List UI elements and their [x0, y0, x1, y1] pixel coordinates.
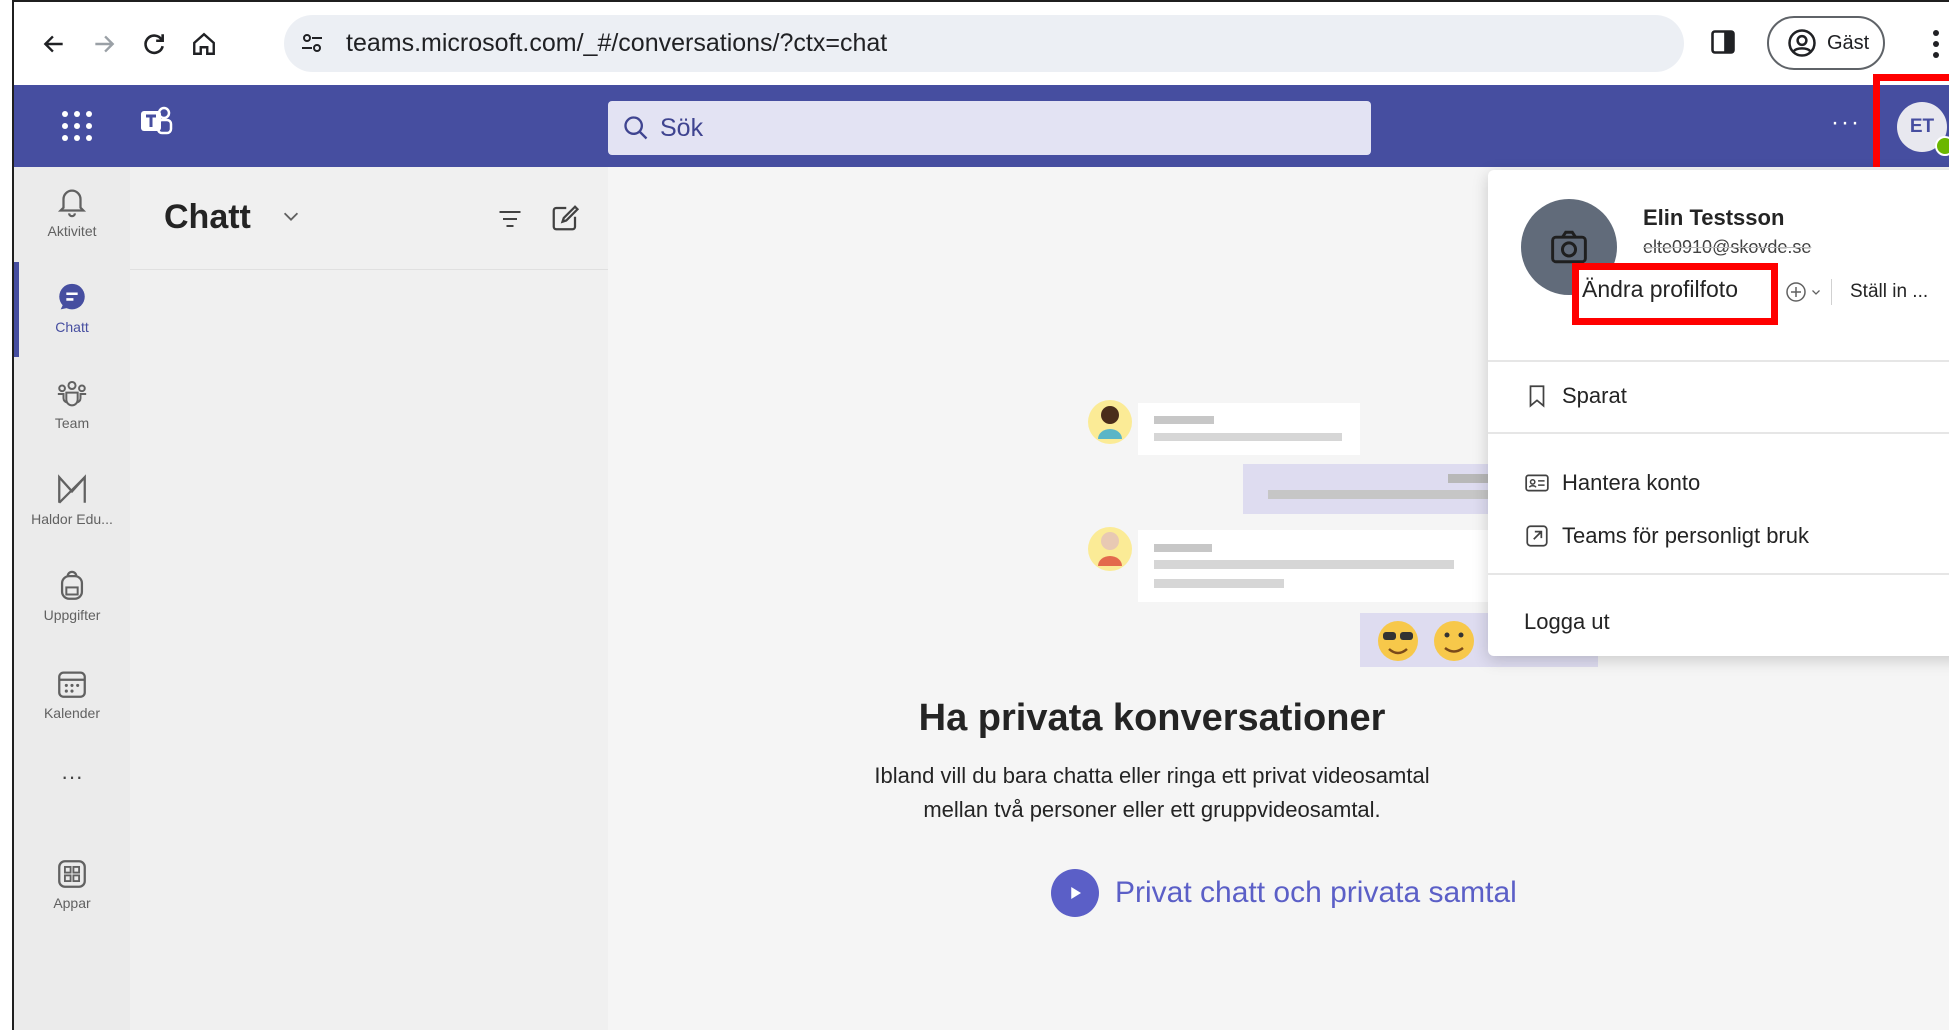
external-link-icon: [1526, 525, 1548, 547]
manage-account-menu-item[interactable]: Hantera konto: [1524, 465, 1700, 501]
chat-list-pane: Chatt: [130, 167, 609, 1030]
divider: [130, 269, 608, 270]
saved-label: Sparat: [1562, 383, 1627, 408]
user-email: elte0910@skovde.se: [1643, 237, 1812, 257]
rail-item-calendar[interactable]: Kalender: [14, 655, 130, 741]
rail-item-teams[interactable]: Team: [14, 365, 130, 451]
home-icon[interactable]: [186, 26, 222, 62]
filter-icon[interactable]: [496, 205, 524, 233]
manage-account-label: Hantera konto: [1562, 470, 1701, 495]
rail-item-activity[interactable]: Aktivitet: [14, 173, 130, 259]
play-icon: [1051, 869, 1099, 917]
search-input[interactable]: [658, 113, 1262, 144]
site-settings-icon[interactable]: [300, 31, 324, 55]
divider: [1488, 432, 1949, 434]
more-options-button[interactable]: ···: [1831, 109, 1861, 137]
empty-state-desc-line1: Ibland vill du bara chatta eller ringa e…: [874, 763, 1430, 788]
address-bar[interactable]: teams.microsoft.com/_#/conversations/?ct…: [284, 15, 1684, 72]
backpack-icon: [60, 570, 84, 600]
add-status-icon[interactable]: [1784, 280, 1808, 304]
camera-icon: [1551, 230, 1587, 264]
change-profile-photo-button[interactable]: Ändra profilfoto: [1582, 276, 1738, 303]
learn-more-label: Privat chatt och privata samtal: [1115, 876, 1517, 909]
sign-out-menu-item[interactable]: Logga ut: [1524, 604, 1610, 640]
guest-profile-button[interactable]: Gäst: [1767, 16, 1885, 70]
rail-label: Chatt: [55, 319, 89, 335]
divider: [1488, 573, 1949, 575]
chat-icon: [59, 283, 85, 310]
learn-more-link[interactable]: Privat chatt och privata samtal: [1051, 867, 1517, 919]
set-status-button[interactable]: Ställ in ...: [1850, 281, 1928, 303]
sign-out-label: Logga ut: [1524, 609, 1610, 634]
guest-label: Gäst: [1827, 31, 1870, 54]
saved-menu-item[interactable]: Sparat: [1524, 378, 1627, 414]
divider: [1488, 360, 1949, 362]
rail-label: Team: [54, 415, 90, 431]
search-box[interactable]: [608, 101, 1371, 155]
personal-teams-menu-item[interactable]: Teams för personligt bruk: [1524, 518, 1809, 554]
presence-available-icon: [1935, 136, 1949, 156]
rail-item-assignments[interactable]: Uppgifter: [14, 557, 130, 643]
app-launcher-icon[interactable]: [58, 107, 96, 145]
browser-window: teams.microsoft.com/_#/conversations/?ct…: [12, 0, 1949, 1030]
calendar-icon: [58, 671, 86, 698]
browser-toolbar: teams.microsoft.com/_#/conversations/?ct…: [14, 2, 1949, 85]
chat-title-dropdown[interactable]: Chatt: [164, 198, 251, 237]
rail-label: Haldor Edu...: [31, 511, 113, 527]
bell-icon: [57, 189, 87, 218]
rail-item-haldor[interactable]: Haldor Edu...: [14, 461, 130, 547]
rail-label: Uppgifter: [43, 607, 101, 623]
rail-item-chat[interactable]: Chatt: [14, 269, 130, 355]
user-name: Elin Testsson: [1643, 205, 1785, 230]
empty-state-desc-line2: mellan två personer eller ett gruppvideo…: [923, 797, 1381, 822]
haldor-icon: [58, 474, 86, 504]
url-text[interactable]: teams.microsoft.com/_#/conversations/?ct…: [346, 29, 887, 58]
forward-icon[interactable]: [86, 26, 122, 62]
rail-label: Aktivitet: [47, 223, 97, 239]
empty-state-title: Ha privata konversationer: [918, 697, 1386, 739]
teams-header: ···: [14, 85, 1949, 167]
rail-item-more[interactable]: ···: [14, 752, 130, 802]
account-circle-icon: [1788, 29, 1816, 57]
rail-item-apps[interactable]: Appar: [14, 845, 130, 931]
rail-label: Appar: [53, 895, 91, 911]
search-icon: [624, 116, 648, 140]
rail-label: Kalender: [43, 705, 101, 721]
contact-card-icon: [1525, 474, 1549, 492]
teams-logo-icon: [141, 106, 173, 135]
app-rail: Aktivitet Chatt Team Haldor Edu... Uppgi…: [14, 167, 130, 1030]
back-icon[interactable]: [36, 26, 72, 62]
personal-teams-label: Teams för personligt bruk: [1562, 523, 1809, 548]
bookmark-icon: [1529, 385, 1545, 408]
side-panel-icon[interactable]: [1709, 28, 1737, 56]
divider: [1831, 279, 1832, 305]
chevron-down-icon[interactable]: [280, 205, 302, 227]
new-chat-icon[interactable]: [550, 203, 580, 233]
chevron-down-icon[interactable]: [1810, 286, 1822, 298]
more-icon: ···: [61, 764, 83, 789]
browser-menu-icon[interactable]: [1926, 26, 1946, 62]
apps-icon: [58, 860, 86, 888]
reload-icon[interactable]: [136, 26, 172, 62]
empty-state-description: Ibland vill du bara chatta eller ringa e…: [608, 759, 1696, 827]
profile-popup: Elin Testsson elte0910@skovde.se Ändra p…: [1488, 170, 1949, 656]
team-icon: [57, 380, 87, 407]
